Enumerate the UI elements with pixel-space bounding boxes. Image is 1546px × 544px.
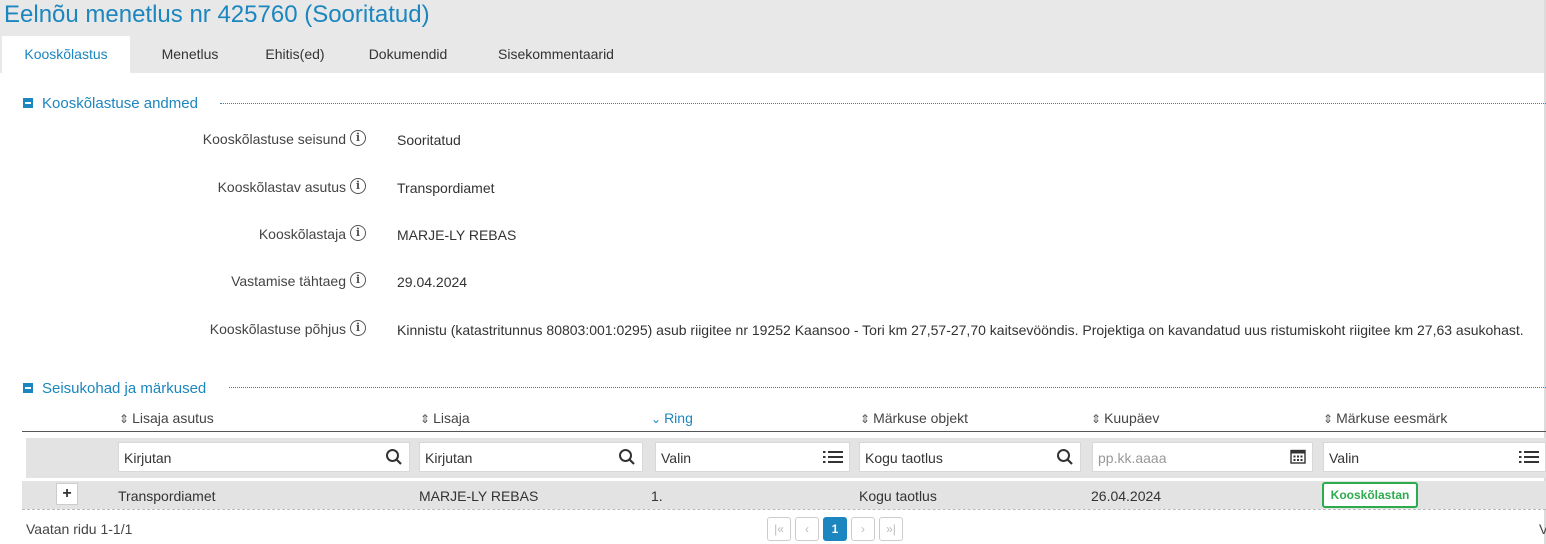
info-icon[interactable]: i — [350, 320, 366, 336]
search-icon[interactable] — [618, 448, 636, 471]
column-header-lisaja-asutus[interactable]: ⇕ Lisaja asutus — [119, 410, 214, 426]
tab-ehitised[interactable]: Ehitis(ed) — [250, 36, 340, 73]
field-label: Kooskõlastuse seisund — [202, 131, 346, 147]
column-label: Kuupäev — [1104, 410, 1160, 426]
info-row-pohjus: Kooskõlastuse põhjus i Kinnistu (katastr… — [0, 319, 1546, 341]
filter-lisaja-asutus-input[interactable]: Kirjutan — [118, 442, 410, 472]
list-icon[interactable] — [1519, 448, 1539, 471]
cell-markuse-objekt: Kogu taotlus — [859, 488, 937, 504]
sort-icon: ⇕ — [1091, 412, 1102, 426]
field-label: Kooskõlastaja — [258, 226, 346, 242]
filter-text: Kirjutan — [425, 450, 473, 466]
column-label: Lisaja asutus — [132, 410, 214, 426]
search-icon[interactable] — [1056, 448, 1074, 471]
section-divider — [229, 387, 1546, 388]
cell-ring: 1. — [651, 488, 663, 504]
field-value: MARJE-LY REBAS — [397, 227, 517, 243]
chevron-down-icon: ⌄ — [651, 412, 662, 426]
calendar-icon[interactable] — [1290, 448, 1306, 469]
info-icon[interactable]: i — [350, 272, 366, 288]
info-row-tahtaeg: Vastamise tähtaeg i 29.04.2024 — [0, 271, 1546, 293]
info-icon[interactable]: i — [350, 225, 366, 241]
filter-lisaja-input[interactable]: Kirjutan — [419, 442, 643, 472]
column-header-ring[interactable]: ⌄ Ring — [651, 410, 693, 426]
column-header-markuse-eesmark[interactable]: ⇕ Märkuse eesmärk — [1323, 410, 1447, 426]
expand-row-button[interactable]: + — [56, 483, 78, 505]
info-row-kooskolastaja: Kooskõlastaja i MARJE-LY REBAS — [0, 224, 1546, 246]
tab-sisekommentaarid[interactable]: Sisekommentaarid — [476, 36, 636, 73]
column-label: Märkuse objekt — [873, 410, 968, 426]
filter-markuse-eesmark-select[interactable]: Valin — [1323, 442, 1546, 472]
sort-icon: ⇕ — [860, 412, 871, 426]
filter-text: Valin — [1329, 450, 1360, 466]
cell-lisaja: MARJE-LY REBAS — [419, 488, 539, 504]
info-row-asutus: Kooskõlastav asutus i Transpordiamet — [0, 177, 1546, 199]
tab-dokumendid[interactable]: Dokumendid — [340, 36, 476, 73]
field-value: 29.04.2024 — [397, 274, 468, 290]
field-value: Transpordiamet — [397, 180, 495, 196]
column-header-markuse-objekt[interactable]: ⇕ Märkuse objekt — [860, 410, 968, 426]
filter-text: Valin — [661, 450, 692, 466]
sort-icon: ⇕ — [119, 412, 130, 426]
filter-ring-select[interactable]: Valin — [655, 442, 850, 472]
prev-page-button[interactable]: ‹ — [795, 517, 819, 541]
filter-placeholder: pp.kk.aaaa — [1098, 450, 1167, 466]
section-title[interactable]: Seisukohad ja märkused — [42, 380, 206, 397]
info-icon[interactable]: i — [350, 130, 366, 146]
filter-text: Kirjutan — [124, 450, 172, 466]
tab-menetlus[interactable]: Menetlus — [130, 36, 250, 73]
filter-kuupaev-input[interactable]: pp.kk.aaaa — [1092, 442, 1313, 472]
page-1-button[interactable]: 1 — [823, 517, 847, 541]
field-label: Kooskõlastav asutus — [217, 179, 346, 195]
page-title: Eelnõu menetlus nr 425760 (Sooritatud) — [4, 1, 430, 28]
sort-icon: ⇕ — [420, 412, 431, 426]
info-row-seisund: Kooskõlastuse seisund i Sooritatud — [0, 129, 1546, 151]
rows-info: Vaatan ridu 1-1/1 — [26, 521, 133, 537]
field-label: Kooskõlastuse põhjus — [209, 321, 346, 337]
section-title[interactable]: Kooskõlastuse andmed — [42, 95, 198, 112]
cell-lisaja-asutus: Transpordiamet — [118, 488, 216, 504]
column-label: Märkuse eesmärk — [1336, 410, 1448, 426]
collapse-icon[interactable] — [23, 98, 33, 108]
last-page-button[interactable]: »| — [879, 517, 903, 541]
section-divider — [220, 103, 1546, 104]
field-label: Vastamise tähtaeg — [231, 273, 346, 289]
column-label: Ring — [664, 410, 693, 426]
next-page-button[interactable]: › — [851, 517, 875, 541]
field-value: Sooritatud — [397, 132, 461, 148]
filter-markuse-objekt-input[interactable]: Kogu taotlus — [859, 442, 1081, 472]
filter-text: Kogu taotlus — [865, 450, 943, 466]
first-page-button[interactable]: |« — [767, 517, 791, 541]
collapse-icon[interactable] — [23, 383, 33, 393]
column-header-kuupaev[interactable]: ⇕ Kuupäev — [1091, 410, 1159, 426]
field-value: Kinnistu (katastritunnus 80803:001:0295)… — [397, 322, 1524, 338]
table-header-divider — [22, 431, 1546, 432]
section-kooskolastuse-andmed-header: Kooskõlastuse andmed — [23, 93, 198, 113]
tab-kooskolastus[interactable]: Kooskõlastus — [2, 36, 130, 73]
section-seisukohad-header: Seisukohad ja märkused — [23, 378, 206, 398]
row-divider — [22, 509, 1546, 511]
tab-bar: Kooskõlastus Menetlus Ehitis(ed) Dokumen… — [2, 36, 636, 73]
sort-icon: ⇕ — [1323, 412, 1334, 426]
table-row[interactable] — [22, 481, 1546, 509]
status-badge: Kooskõlastan — [1322, 482, 1418, 508]
header-bar: Eelnõu menetlus nr 425760 (Sooritatud) K… — [0, 0, 1546, 73]
column-header-lisaja[interactable]: ⇕ Lisaja — [420, 410, 470, 426]
search-icon[interactable] — [385, 448, 403, 471]
info-icon[interactable]: i — [350, 178, 366, 194]
cell-kuupaev: 26.04.2024 — [1091, 488, 1162, 504]
column-label: Lisaja — [433, 410, 470, 426]
list-icon[interactable] — [823, 448, 843, 471]
footer-right-text: V — [1539, 521, 1546, 537]
